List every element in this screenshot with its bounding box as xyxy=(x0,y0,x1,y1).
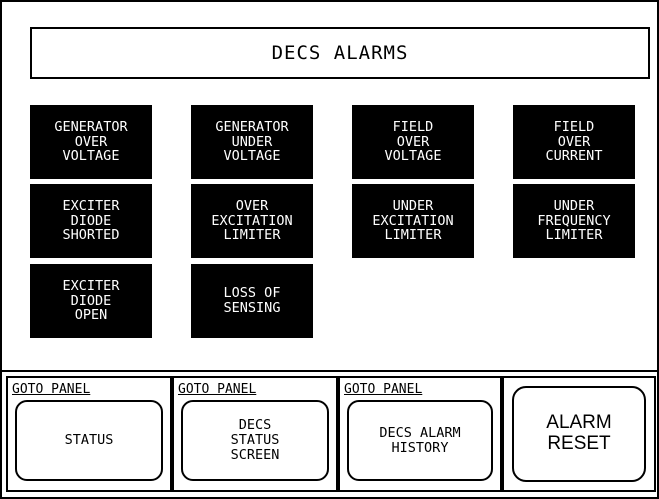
alarm-generator-over-voltage: GENERATOR OVER VOLTAGE xyxy=(30,105,152,179)
goto-decs-alarm-history-label: DECS ALARM HISTORY xyxy=(347,400,493,481)
alarm-reset-button[interactable]: ALARM RESET xyxy=(502,376,656,492)
alarm-reset-label: ALARM RESET xyxy=(512,386,646,482)
page-title: DECS ALARMS xyxy=(30,27,650,79)
goto-panel-label: GOTO PANEL xyxy=(12,382,91,397)
alarm-generator-under-voltage: GENERATOR UNDER VOLTAGE xyxy=(191,105,313,179)
alarm-under-frequency-limiter: UNDER FREQUENCY LIMITER xyxy=(513,184,635,258)
alarm-exciter-diode-open: EXCITER DIODE OPEN xyxy=(30,264,152,338)
goto-panel-label: GOTO PANEL xyxy=(344,382,423,397)
goto-decs-status-screen-button[interactable]: GOTO PANEL DECS STATUS SCREEN xyxy=(172,376,338,492)
alarm-exciter-diode-shorted: EXCITER DIODE SHORTED xyxy=(30,184,152,258)
alarm-loss-of-sensing: LOSS OF SENSING xyxy=(191,264,313,338)
divider xyxy=(0,370,659,372)
goto-decs-alarm-history-button[interactable]: GOTO PANEL DECS ALARM HISTORY xyxy=(338,376,502,492)
alarm-over-excitation-limiter: OVER EXCITATION LIMITER xyxy=(191,184,313,258)
alarm-under-excitation-limiter: UNDER EXCITATION LIMITER xyxy=(352,184,474,258)
alarm-field-over-voltage: FIELD OVER VOLTAGE xyxy=(352,105,474,179)
decs-alarms-screen: DECS ALARMS GENERATOR OVER VOLTAGE GENER… xyxy=(0,0,659,499)
goto-status-label: STATUS xyxy=(15,400,163,481)
goto-decs-status-screen-label: DECS STATUS SCREEN xyxy=(181,400,329,481)
goto-status-button[interactable]: GOTO PANEL STATUS xyxy=(6,376,172,492)
goto-panel-label: GOTO PANEL xyxy=(178,382,257,397)
alarm-field-over-current: FIELD OVER CURRENT xyxy=(513,105,635,179)
